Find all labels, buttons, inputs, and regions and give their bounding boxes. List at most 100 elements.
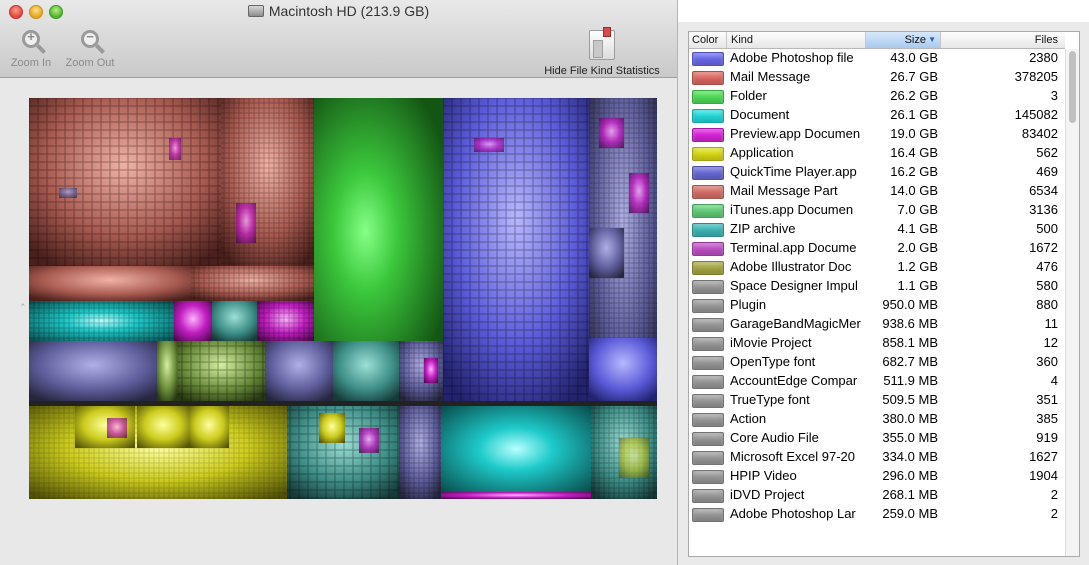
color-swatch[interactable] (692, 394, 724, 408)
treemap-block[interactable] (629, 173, 649, 213)
table-row[interactable]: OpenType font 682.7 MB 360 (689, 353, 1065, 372)
color-swatch[interactable] (692, 261, 724, 275)
column-header-color[interactable]: Color (689, 32, 727, 48)
color-swatch[interactable] (692, 128, 724, 142)
color-swatch[interactable] (692, 508, 724, 522)
zoom-in-button[interactable]: + Zoom In (9, 29, 53, 69)
table-row[interactable]: iTunes.app Documen 7.0 GB 3136 (689, 201, 1065, 220)
treemap-block[interactable] (359, 428, 379, 453)
table-row[interactable]: TrueType font 509.5 MB 351 (689, 391, 1065, 410)
files-cell: 2380 (1029, 50, 1058, 65)
table-row[interactable]: Folder 26.2 GB 3 (689, 87, 1065, 106)
kind-cell: Adobe Photoshop Lar (730, 506, 856, 521)
treemap-block[interactable] (169, 138, 181, 160)
treemap-view[interactable] (29, 98, 657, 499)
color-swatch[interactable] (692, 52, 724, 66)
color-swatch[interactable] (692, 337, 724, 351)
color-swatch[interactable] (692, 356, 724, 370)
table-row[interactable]: Action 380.0 MB 385 (689, 410, 1065, 429)
file-kind-table[interactable]: Color Kind Size ▼ Files Adobe Photoshop f… (688, 31, 1080, 557)
column-header-kind[interactable]: Kind (727, 32, 866, 48)
files-cell: 2 (1050, 506, 1058, 521)
zoom-out-button[interactable]: − Zoom Out (62, 29, 118, 69)
treemap-block[interactable] (265, 341, 333, 401)
table-row[interactable]: Plugin 950.0 MB 880 (689, 296, 1065, 315)
color-swatch[interactable] (692, 204, 724, 218)
table-row[interactable]: Adobe Photoshop Lar 259.0 MB 2 (689, 505, 1065, 524)
color-swatch[interactable] (692, 299, 724, 313)
treemap-block[interactable] (474, 138, 504, 152)
color-swatch[interactable] (692, 470, 724, 484)
color-swatch[interactable] (692, 451, 724, 465)
size-cell: 19.0 GB (890, 126, 938, 141)
treemap-block[interactable] (424, 358, 438, 383)
treemap-block[interactable] (29, 341, 157, 401)
color-swatch[interactable] (692, 223, 724, 237)
table-header: Color Kind Size ▼ Files (689, 32, 1065, 49)
treemap-block[interactable] (599, 118, 624, 148)
color-swatch[interactable] (692, 147, 724, 161)
treemap-block-texture (221, 98, 314, 266)
color-swatch[interactable] (692, 280, 724, 294)
table-row[interactable]: iDVD Project 268.1 MB 2 (689, 486, 1065, 505)
treemap-block[interactable] (59, 188, 77, 198)
color-swatch[interactable] (692, 318, 724, 332)
color-swatch[interactable] (692, 71, 724, 85)
color-swatch[interactable] (692, 413, 724, 427)
color-swatch[interactable] (692, 375, 724, 389)
table-row[interactable]: Space Designer Impul 1.1 GB 580 (689, 277, 1065, 296)
kind-cell: ZIP archive (730, 221, 796, 236)
size-cell: 950.0 MB (882, 297, 938, 312)
table-row[interactable]: ZIP archive 4.1 GB 500 (689, 220, 1065, 239)
color-swatch[interactable] (692, 242, 724, 256)
treemap-block[interactable] (189, 406, 229, 448)
table-row[interactable]: Microsoft Excel 97-20 334.0 MB 1627 (689, 448, 1065, 467)
kind-cell: Terminal.app Docume (730, 240, 857, 255)
table-row[interactable]: Document 26.1 GB 145082 (689, 106, 1065, 125)
treemap-block-document[interactable] (441, 406, 591, 492)
treemap-block[interactable] (619, 438, 649, 478)
color-swatch[interactable] (692, 432, 724, 446)
table-row[interactable]: Terminal.app Docume 2.0 GB 1672 (689, 239, 1065, 258)
size-cell: 26.2 GB (890, 88, 938, 103)
color-swatch[interactable] (692, 90, 724, 104)
table-row[interactable]: Adobe Photoshop file 43.0 GB 2380 (689, 49, 1065, 68)
table-row[interactable]: Mail Message 26.7 GB 378205 (689, 68, 1065, 87)
color-swatch[interactable] (692, 489, 724, 503)
treemap-block[interactable] (441, 492, 591, 499)
kind-cell: QuickTime Player.app (730, 164, 857, 179)
table-row[interactable]: AccountEdge Compar 511.9 MB 4 (689, 372, 1065, 391)
scrollbar-thumb[interactable] (1069, 51, 1076, 123)
treemap-block[interactable] (157, 341, 177, 401)
table-row[interactable]: iMovie Project 858.1 MB 12 (689, 334, 1065, 353)
treemap-block[interactable] (212, 301, 257, 341)
table-row[interactable]: Mail Message Part 14.0 GB 6534 (689, 182, 1065, 201)
table-row[interactable]: QuickTime Player.app 16.2 GB 469 (689, 163, 1065, 182)
color-swatch[interactable] (692, 109, 724, 123)
treemap-block[interactable] (137, 406, 189, 448)
treemap-block[interactable] (29, 266, 191, 301)
color-swatch[interactable] (692, 185, 724, 199)
table-row[interactable]: Adobe Illustrator Doc 1.2 GB 476 (689, 258, 1065, 277)
table-row[interactable]: Core Audio File 355.0 MB 919 (689, 429, 1065, 448)
hide-file-kind-statistics-button[interactable]: Hide File Kind Statistics (537, 27, 667, 77)
kind-cell: Action (730, 411, 767, 426)
column-header-size[interactable]: Size ▼ (866, 32, 941, 48)
treemap-block[interactable] (236, 203, 256, 243)
treemap-block[interactable] (174, 301, 212, 341)
table-row[interactable]: GarageBandMagicMer 938.6 MB 11 (689, 315, 1065, 334)
treemap-block[interactable] (589, 338, 657, 401)
treemap-block[interactable] (333, 341, 399, 401)
treemap-block[interactable] (319, 413, 345, 443)
table-row[interactable]: HPIP Video 296.0 MB 1904 (689, 467, 1065, 486)
treemap-block[interactable] (589, 228, 624, 278)
size-cell: 268.1 MB (882, 487, 938, 502)
column-header-files[interactable]: Files (941, 32, 1065, 48)
treemap-block-folder[interactable] (314, 98, 443, 341)
vertical-scrollbar[interactable] (1065, 49, 1079, 556)
color-swatch[interactable] (692, 166, 724, 180)
table-row[interactable]: Preview.app Documen 19.0 GB 83402 (689, 125, 1065, 144)
split-handle[interactable]: ‸ (21, 293, 25, 306)
table-row[interactable]: Application 16.4 GB 562 (689, 144, 1065, 163)
treemap-block[interactable] (107, 418, 127, 438)
